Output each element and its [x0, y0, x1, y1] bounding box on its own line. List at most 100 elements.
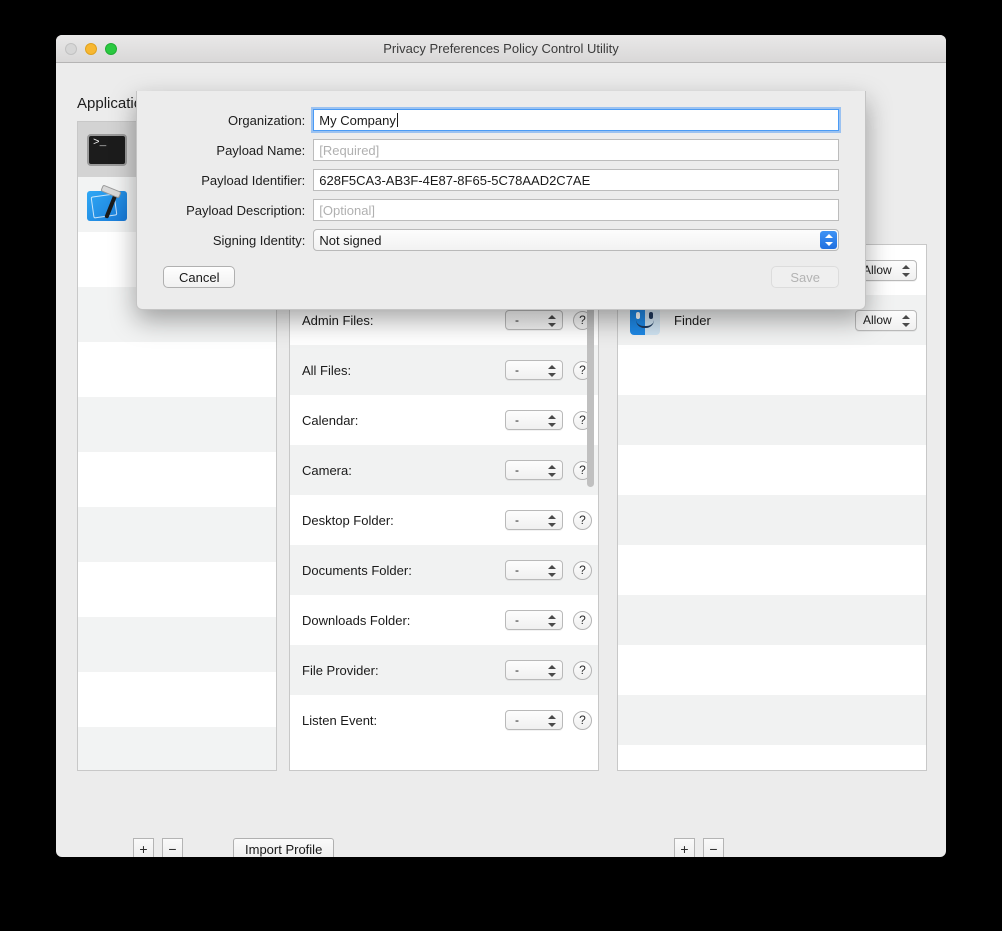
- service-row[interactable]: File Provider: - ?: [290, 645, 598, 695]
- permission-value: Allow: [863, 313, 892, 327]
- service-row[interactable]: Desktop Folder: - ?: [290, 495, 598, 545]
- permissions-panel[interactable]: Allow Finder Allow: [617, 244, 927, 771]
- services-panel[interactable]: Address Book: - ? Admin Files: - ? All F…: [289, 244, 599, 771]
- payload-identifier-label: Payload Identifier:: [201, 172, 306, 188]
- service-label: Documents Folder:: [302, 562, 412, 578]
- service-value: -: [515, 563, 519, 577]
- service-value-popup[interactable]: -: [505, 510, 563, 530]
- service-value-popup[interactable]: -: [505, 660, 563, 680]
- service-label: All Files:: [302, 362, 352, 378]
- app-list-empty-row: [78, 397, 276, 452]
- window-titlebar: Privacy Preferences Policy Control Utili…: [56, 35, 946, 63]
- terminal-icon: [87, 133, 127, 166]
- window-title: Privacy Preferences Policy Control Utili…: [383, 41, 619, 56]
- service-value-popup[interactable]: -: [505, 410, 563, 430]
- service-row[interactable]: Listen Event: - ?: [290, 695, 598, 745]
- service-label: Listen Event:: [302, 712, 378, 728]
- permission-empty-row: [618, 445, 926, 495]
- service-value: -: [515, 463, 519, 477]
- service-value-popup[interactable]: -: [505, 560, 563, 580]
- organization-input[interactable]: My Company: [313, 109, 839, 131]
- chevron-updown-icon: [548, 413, 556, 429]
- service-value: -: [515, 613, 519, 627]
- service-value-popup[interactable]: -: [505, 310, 563, 330]
- service-label: Desktop Folder:: [302, 512, 394, 528]
- payload-name-input[interactable]: [Required]: [313, 139, 839, 161]
- add-permission-button[interactable]: +: [674, 838, 695, 857]
- signing-identity-label: Signing Identity:: [212, 232, 306, 248]
- service-row[interactable]: Downloads Folder: - ?: [290, 595, 598, 645]
- permission-empty-row: [618, 595, 926, 645]
- xcode-icon: [87, 184, 129, 223]
- service-label: File Provider:: [302, 662, 379, 678]
- text-caret: [396, 113, 398, 127]
- app-list-empty-row: [78, 672, 276, 727]
- minimize-button-icon[interactable]: [85, 43, 97, 55]
- chevron-updown-icon: [548, 713, 556, 729]
- remove-permission-button[interactable]: −: [703, 838, 724, 857]
- service-value: -: [515, 313, 519, 327]
- app-list-empty-row: [78, 617, 276, 672]
- service-value-popup[interactable]: -: [505, 460, 563, 480]
- close-button-icon[interactable]: [65, 43, 77, 55]
- app-window: Privacy Preferences Policy Control Utili…: [56, 35, 946, 857]
- sheet-save-button: Save: [771, 266, 839, 288]
- application-list-tools: + −: [133, 838, 183, 857]
- chevron-updown-icon: [548, 513, 556, 529]
- signing-identity-popup[interactable]: Not signed: [313, 229, 839, 251]
- service-value-popup[interactable]: -: [505, 710, 563, 730]
- chevron-updown-icon: [548, 313, 556, 329]
- permission-empty-row: [618, 495, 926, 545]
- app-list-empty-row: [78, 562, 276, 617]
- organization-value: My Company: [319, 112, 396, 128]
- service-value-popup[interactable]: -: [505, 610, 563, 630]
- service-value-popup[interactable]: -: [505, 360, 563, 380]
- payload-identifier-input[interactable]: 628F5CA3-AB3F-4E87-8F65-5C78AAD2C7AE: [313, 169, 839, 191]
- permission-name: Finder: [674, 312, 711, 328]
- chevron-updown-icon: [902, 263, 910, 279]
- profile-settings-sheet: Organization: My Company Payload Name: […: [136, 91, 866, 310]
- traffic-light-group: [65, 43, 117, 55]
- payload-description-input[interactable]: [Optional]: [313, 199, 839, 221]
- permissions-tools: + −: [674, 838, 724, 857]
- signing-identity-field-row: Signing Identity: Not signed: [137, 229, 839, 251]
- permission-empty-row: [618, 395, 926, 445]
- remove-application-button[interactable]: −: [162, 838, 183, 857]
- service-value: -: [515, 663, 519, 677]
- service-label: Camera:: [302, 462, 352, 478]
- permission-empty-row: [618, 645, 926, 695]
- services-scrollbar[interactable]: [584, 247, 596, 770]
- add-application-button[interactable]: +: [133, 838, 154, 857]
- organization-label: Organization:: [227, 112, 306, 128]
- app-list-empty-row: [78, 727, 276, 770]
- chevron-updown-icon[interactable]: [820, 231, 837, 249]
- signing-identity-value: Not signed: [319, 232, 382, 248]
- app-list-empty-row: [78, 507, 276, 562]
- chevron-updown-icon: [548, 463, 556, 479]
- permission-empty-row: [618, 695, 926, 745]
- service-value: -: [515, 413, 519, 427]
- organization-field-row: Organization: My Company: [137, 109, 839, 131]
- payload-identifier-field-row: Payload Identifier: 628F5CA3-AB3F-4E87-8…: [137, 169, 839, 191]
- permission-empty-row: [618, 745, 926, 770]
- permission-value-popup[interactable]: Allow: [855, 309, 917, 331]
- permission-empty-row: [618, 345, 926, 395]
- service-row[interactable]: Camera: - ?: [290, 445, 598, 495]
- service-row[interactable]: Calendar: - ?: [290, 395, 598, 445]
- payload-description-field-row: Payload Description: [Optional]: [137, 199, 839, 221]
- zoom-button-icon[interactable]: [105, 43, 117, 55]
- payload-name-field-row: Payload Name: [Required]: [137, 139, 839, 161]
- service-value: -: [515, 713, 519, 727]
- chevron-updown-icon: [902, 313, 910, 329]
- import-profile-button[interactable]: Import Profile: [233, 838, 335, 857]
- service-value: -: [515, 363, 519, 377]
- payload-name-label: Payload Name:: [216, 142, 306, 158]
- service-row[interactable]: Documents Folder: - ?: [290, 545, 598, 595]
- chevron-updown-icon: [548, 563, 556, 579]
- chevron-updown-icon: [548, 663, 556, 679]
- service-label: Admin Files:: [302, 312, 374, 328]
- cancel-button[interactable]: Cancel: [163, 266, 236, 288]
- service-row[interactable]: All Files: - ?: [290, 345, 598, 395]
- service-label: Calendar:: [302, 412, 359, 428]
- payload-description-label: Payload Description:: [186, 202, 306, 218]
